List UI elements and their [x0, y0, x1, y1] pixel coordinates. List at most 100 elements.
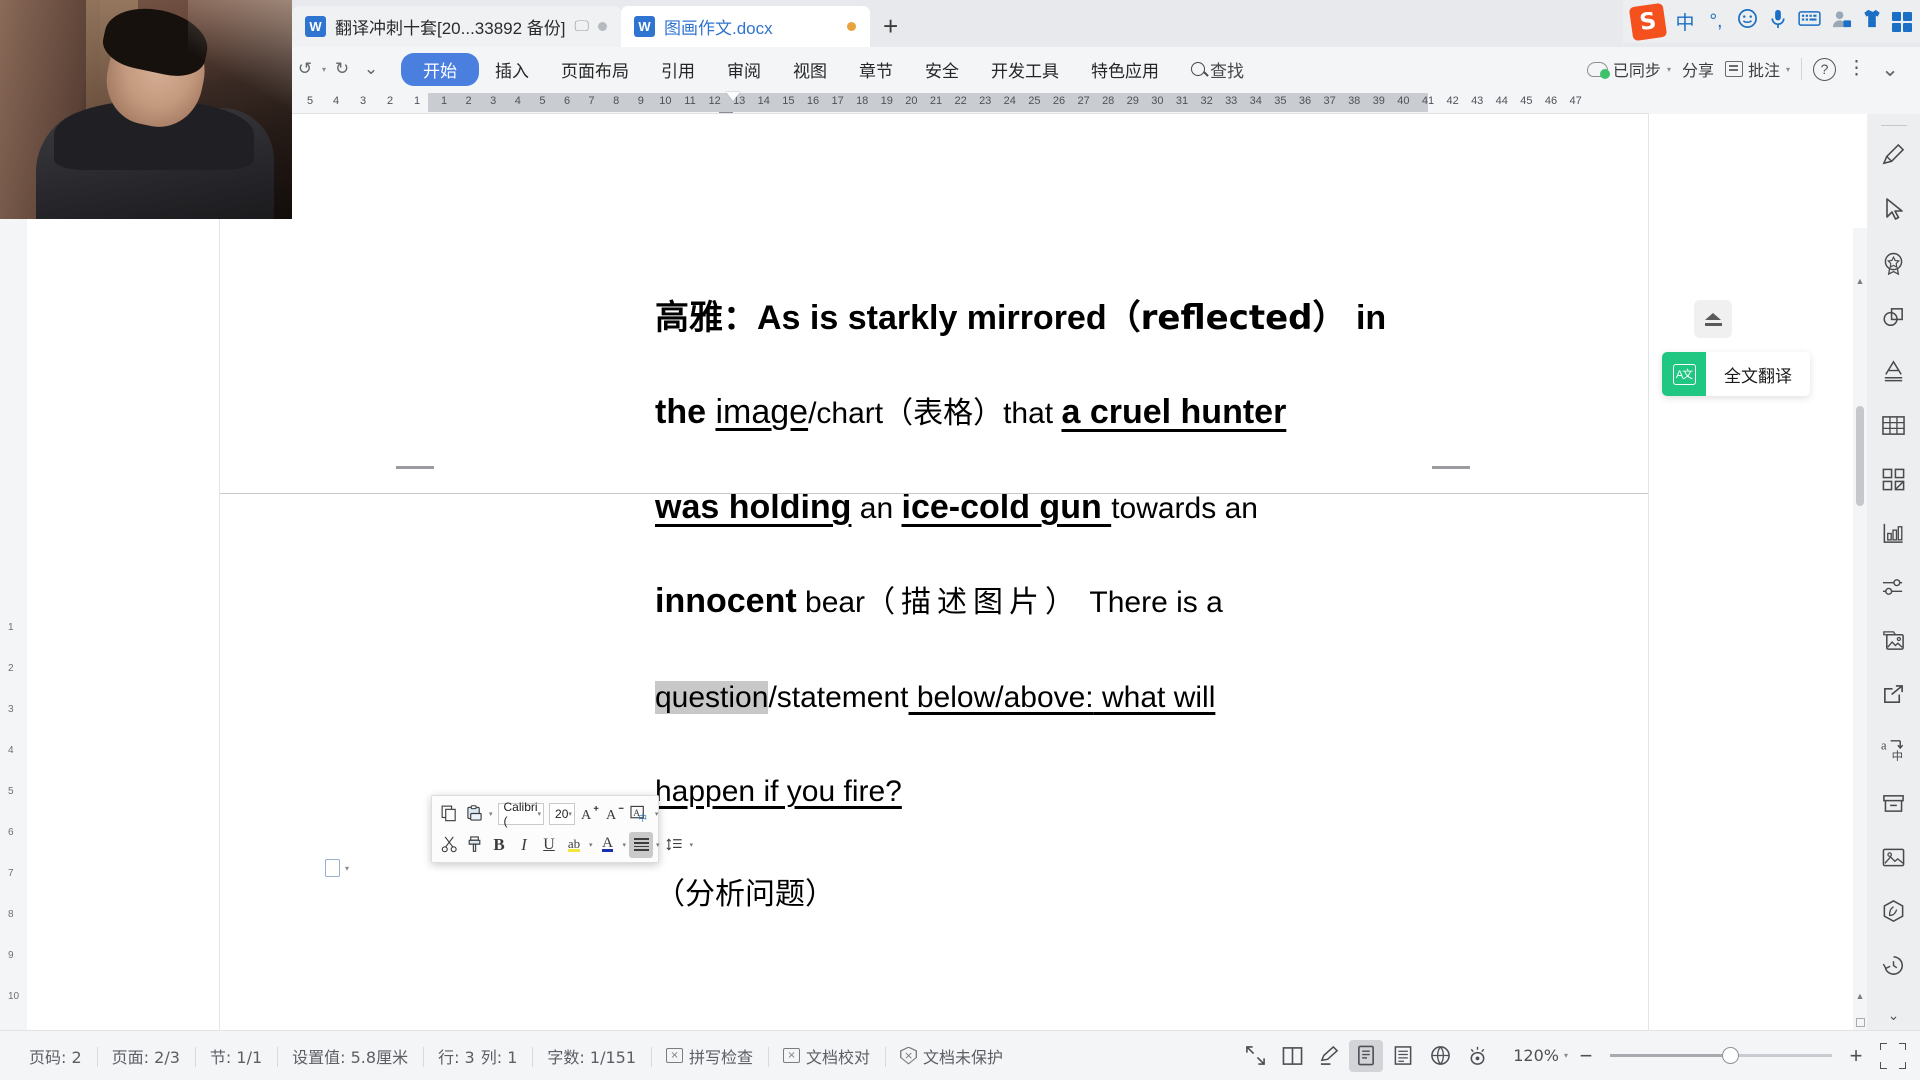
- fit-to-window-button[interactable]: [1880, 1042, 1906, 1069]
- underline-button[interactable]: U: [537, 832, 561, 858]
- sidebar-shapes-icon[interactable]: [1874, 297, 1914, 337]
- font-size-select[interactable]: 20 ▾: [549, 802, 575, 825]
- sidebar-chart-icon[interactable]: [1874, 513, 1914, 553]
- sidebar-sliders-icon[interactable]: [1874, 567, 1914, 607]
- align-button[interactable]: [629, 831, 654, 858]
- ribbon-tab-developer[interactable]: 开发工具: [975, 53, 1075, 86]
- edit-mode-button[interactable]: [1312, 1040, 1346, 1072]
- ime-user-icon[interactable]: [1830, 9, 1852, 35]
- page-view-button[interactable]: [1349, 1039, 1384, 1072]
- pinyin-guide-button[interactable]: A中: [628, 801, 652, 827]
- status-doc-unprotected[interactable]: 文档未保护: [885, 1044, 1018, 1068]
- tab-item-0[interactable]: W 翻译冲刺十套[20...33892 备份] 🖵: [292, 6, 621, 47]
- first-line-indent-marker[interactable]: [726, 92, 740, 101]
- bold-button[interactable]: B: [487, 832, 511, 858]
- undo-caret-icon[interactable]: ▾: [322, 65, 326, 74]
- cut-button[interactable]: [437, 832, 461, 858]
- paragraph-format-marker[interactable]: ▾: [325, 859, 349, 877]
- status-row-col[interactable]: 行: 3 列: 1: [423, 1044, 532, 1068]
- ime-skin-icon[interactable]: [1861, 8, 1883, 35]
- ribbon-tab-references[interactable]: 引用: [645, 53, 711, 86]
- scroll-down-icon[interactable]: ▲: [1853, 989, 1867, 1003]
- ribbon-tab-insert[interactable]: 插入: [479, 53, 545, 86]
- paste-button[interactable]: [462, 801, 486, 827]
- ribbon-tab-page-layout[interactable]: 页面布局: [545, 53, 645, 86]
- horizontal-ruler[interactable]: 5 4 3 2 1 1 2 3 4 5 6 7 8 9 10 11 12 13 14 15 16 17 18 19 2…: [292, 92, 1832, 121]
- zoom-in-button[interactable]: +: [1841, 1041, 1871, 1071]
- ime-emoji-icon[interactable]: [1736, 8, 1758, 35]
- redo-button[interactable]: ↻: [329, 55, 355, 83]
- status-page-count[interactable]: 页面: 2/3: [96, 1044, 195, 1068]
- translate-collapse-button[interactable]: [1694, 300, 1732, 338]
- ribbon-tab-start[interactable]: 开始: [401, 52, 480, 86]
- ime-toolbox-icon[interactable]: [1892, 11, 1912, 32]
- vertical-ruler[interactable]: 12345678910111213: [0, 614, 27, 1080]
- doc-selected-text[interactable]: question: [655, 680, 769, 714]
- sidebar-share-icon[interactable]: [1874, 675, 1914, 715]
- web-view-button[interactable]: [1423, 1040, 1457, 1072]
- format-painter-button[interactable]: [462, 832, 486, 858]
- ime-mode-chinese-icon[interactable]: 中: [1674, 8, 1696, 35]
- status-word-count[interactable]: 字数: 1/151: [532, 1044, 651, 1068]
- sidebar-table-icon[interactable]: [1874, 405, 1914, 445]
- font-color-caret-icon[interactable]: ▾: [621, 841, 629, 849]
- ime-voice-input-icon[interactable]: [1767, 8, 1789, 35]
- sidebar-grid-icon[interactable]: [1874, 459, 1914, 499]
- zoom-slider[interactable]: [1610, 1047, 1832, 1064]
- ime-soft-keyboard-icon[interactable]: [1798, 10, 1821, 33]
- full-text-translate-card[interactable]: A文 全文翻译: [1662, 352, 1810, 396]
- decrease-font-size-button[interactable]: A: [603, 801, 627, 827]
- pinyin-caret-icon[interactable]: ▾: [653, 810, 661, 818]
- scroll-up-icon[interactable]: ▲: [1853, 274, 1867, 288]
- sidebar-wordart-icon[interactable]: [1874, 351, 1914, 391]
- ime-punctuation-icon[interactable]: °,: [1705, 11, 1727, 33]
- floating-mini-toolbar[interactable]: ▾ Calibri ( ▾ 20 ▾ A A A中 ▾ B I U ab ▾ A…: [431, 795, 693, 863]
- document-body[interactable]: 高雅：As is starkly mirrored（reflected） in …: [655, 289, 1655, 958]
- sogou-logo-icon[interactable]: S: [1628, 2, 1668, 41]
- help-icon[interactable]: ?: [1813, 57, 1836, 81]
- sidebar-badge-icon[interactable]: [1874, 243, 1914, 283]
- tab-restore-icon[interactable]: 🖵: [575, 18, 589, 35]
- status-page-number[interactable]: 页码: 2: [14, 1044, 97, 1068]
- line-spacing-button[interactable]: [663, 832, 687, 858]
- status-doc-proofread[interactable]: × 文档校对: [768, 1044, 885, 1068]
- highlight-color-button[interactable]: ab: [562, 832, 586, 858]
- status-section[interactable]: 节: 1/1: [194, 1044, 277, 1068]
- ribbon-tab-featured-apps[interactable]: 特色应用: [1075, 53, 1175, 86]
- font-color-button[interactable]: A: [596, 832, 620, 858]
- sidebar-translate-icon[interactable]: a中: [1874, 729, 1914, 769]
- sidebar-cursor-icon[interactable]: [1874, 189, 1914, 229]
- tab-item-1[interactable]: W 图画作文.docx: [621, 6, 870, 47]
- page-select-icon[interactable]: [1856, 1018, 1865, 1027]
- eye-protection-button[interactable]: [1460, 1040, 1494, 1072]
- zoom-slider-handle[interactable]: [1722, 1047, 1739, 1064]
- share-button[interactable]: 分享: [1682, 57, 1714, 81]
- sidebar-security-icon[interactable]: [1874, 891, 1914, 931]
- two-page-view-button[interactable]: [1275, 1040, 1309, 1072]
- highlight-caret-icon[interactable]: ▾: [587, 841, 595, 849]
- comment-button[interactable]: 批注 ▾: [1724, 57, 1790, 81]
- ribbon-tab-section[interactable]: 章节: [843, 53, 909, 86]
- ribbon-tab-view[interactable]: 视图: [777, 53, 843, 86]
- line-spacing-caret-icon[interactable]: ▾: [688, 841, 696, 849]
- sidebar-collapse-button[interactable]: ⌄: [1867, 1002, 1920, 1028]
- sync-status-button[interactable]: 已同步 ▾: [1586, 57, 1671, 81]
- status-set-value[interactable]: 设置值: 5.8厘米: [277, 1044, 423, 1068]
- undo-button[interactable]: ↺: [292, 55, 318, 83]
- more-options-icon[interactable]: ⋮: [1847, 59, 1866, 78]
- sidebar-archive-icon[interactable]: [1874, 783, 1914, 823]
- customize-qat-button[interactable]: ⌄: [358, 55, 384, 83]
- align-caret-icon[interactable]: ▾: [654, 841, 662, 849]
- sidebar-history-icon[interactable]: [1874, 945, 1914, 985]
- new-tab-button[interactable]: +: [870, 6, 912, 47]
- sidebar-image-library-icon[interactable]: [1874, 621, 1914, 661]
- ribbon-tab-security[interactable]: 安全: [909, 53, 975, 86]
- outline-view-button[interactable]: [1386, 1040, 1420, 1072]
- sidebar-picture-icon[interactable]: [1874, 837, 1914, 877]
- copy-button[interactable]: [437, 801, 461, 827]
- paste-options-caret-icon[interactable]: ▾: [487, 810, 495, 818]
- increase-font-size-button[interactable]: A: [578, 801, 602, 827]
- vertical-scrollbar[interactable]: ▲ ▲ ▼: [1853, 228, 1867, 1080]
- zoom-level-label[interactable]: 120% ▾: [1513, 1046, 1568, 1065]
- font-name-select[interactable]: Calibri ( ▾: [497, 800, 545, 828]
